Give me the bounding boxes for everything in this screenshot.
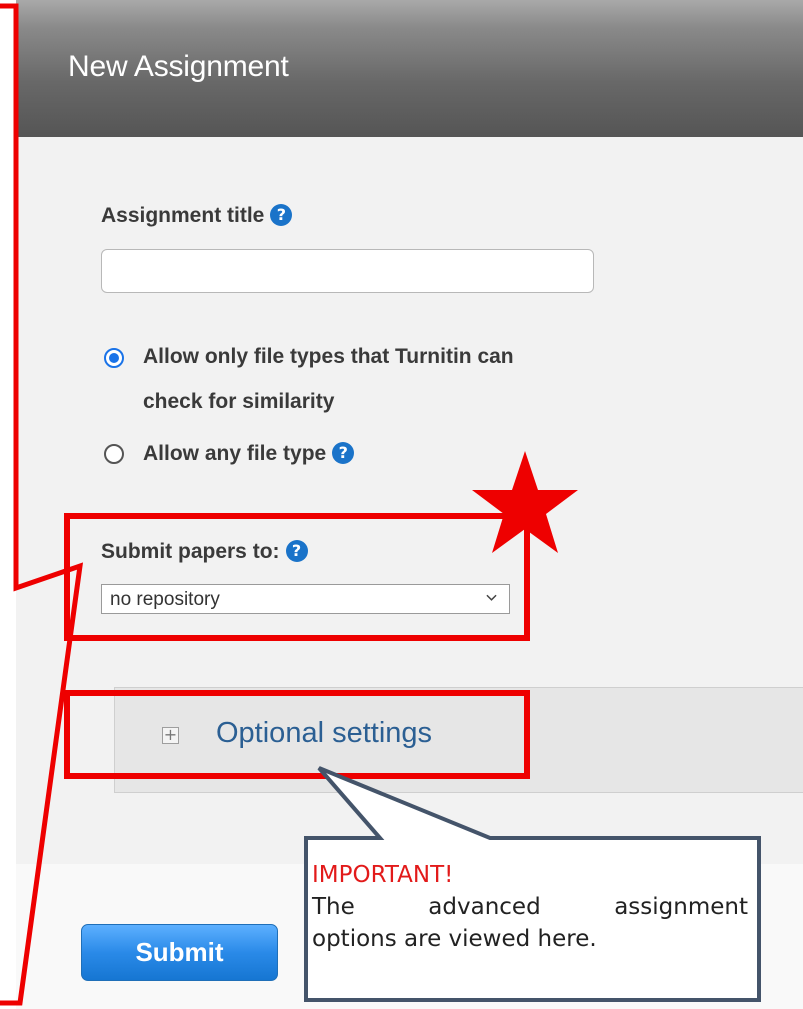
annotation-overlay [0,3,761,1006]
callout-line-1: The advanced assignment [312,894,748,920]
red-frame-pointer [0,3,84,1006]
callout-text: IMPORTANT! The advanced assignment optio… [312,859,748,955]
callout-line-2: options are viewed here. [312,926,597,952]
callout-title: IMPORTANT! [312,862,454,888]
star-icon [472,451,578,553]
